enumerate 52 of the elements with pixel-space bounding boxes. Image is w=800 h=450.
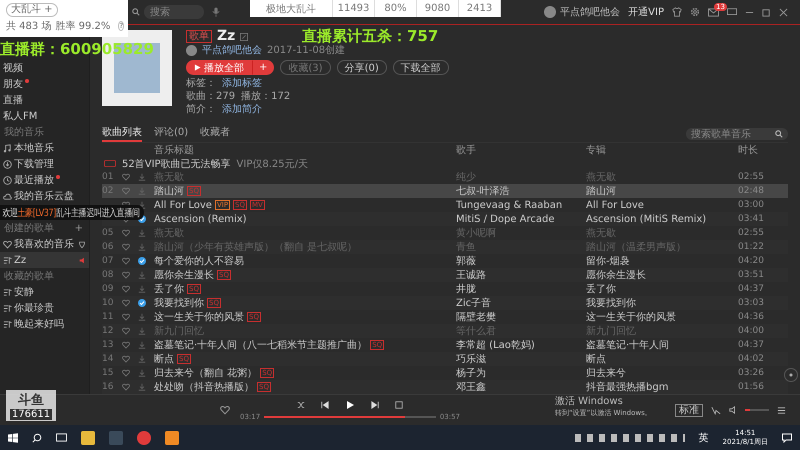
song-duration: 01:56 xyxy=(738,382,765,392)
song-duration: 02:55 xyxy=(738,228,765,238)
sidebar-section-title: 收藏的歌单 xyxy=(4,270,54,283)
song-duration: 04:37 xyxy=(738,284,765,294)
song-duration: 03:00 xyxy=(738,200,765,210)
song-duration: 04:20 xyxy=(738,256,765,266)
play-count: 播放：172 xyxy=(241,91,290,103)
song-duration: 03:41 xyxy=(738,214,765,224)
track-number: 12 xyxy=(102,326,114,336)
song-duration: 04:02 xyxy=(738,354,765,364)
table-cell: 80% xyxy=(375,0,417,17)
logo-text: 斗鱼 xyxy=(18,392,44,409)
sidebar-section-title: 我的音乐 xyxy=(4,126,44,139)
song-duration: 04:37 xyxy=(738,340,765,350)
chat-toast: 欢迎土豪[LV37]乱斗主播迟叫进入直播间 xyxy=(0,205,144,220)
track-number: 05 xyxy=(102,228,114,238)
song-duration: 02:48 xyxy=(738,186,765,196)
activation-title: 激活 Windows xyxy=(555,395,624,408)
win-rate: 胜率 99.2% xyxy=(55,20,110,33)
track-number: 06 xyxy=(102,242,114,252)
track-number: 11 xyxy=(102,312,114,322)
song-duration: 03:26 xyxy=(738,368,765,378)
table-cell: 极地大乱斗 xyxy=(250,0,333,17)
room-number: 176611 xyxy=(10,409,52,420)
playlist-tag: 歌单 xyxy=(186,30,212,43)
track-number: 15 xyxy=(102,368,114,378)
song-duration: 04:36 xyxy=(738,312,765,322)
song-duration: 03:51 xyxy=(738,270,765,280)
tags-label: 标签： xyxy=(186,78,216,90)
table-cell: 2413 xyxy=(459,0,501,17)
track-number: 13 xyxy=(102,340,114,350)
song-count: 歌曲：279 xyxy=(186,91,236,103)
games-count: 共 483 场 xyxy=(6,20,52,33)
track-number: 07 xyxy=(102,256,114,266)
track-number: 16 xyxy=(102,382,114,392)
created-date: 2017-11-08创建 xyxy=(267,44,346,57)
intro-label: 简介： xyxy=(186,104,216,116)
song-duration: 01:22 xyxy=(738,242,765,252)
vip-notice: 52首VIP歌曲已无法畅享 xyxy=(122,158,231,171)
sidebar-section-title: 创建的歌单 xyxy=(4,222,54,235)
track-number: 01 xyxy=(102,172,114,182)
table-cell: 9080 xyxy=(417,0,459,17)
song-duration: 02:55 xyxy=(738,172,765,182)
track-number: 10 xyxy=(102,298,114,308)
track-number: 14 xyxy=(102,354,114,364)
pentakill-count-text: 直播累计五杀：757 xyxy=(302,27,438,45)
table-cell: 11493 xyxy=(333,0,375,17)
playlist-title: Zz xyxy=(217,30,236,43)
track-number: 09 xyxy=(102,284,114,294)
song-duration: 04:00 xyxy=(738,326,765,336)
song-duration: 03:03 xyxy=(738,298,765,308)
track-number: 08 xyxy=(102,270,114,280)
